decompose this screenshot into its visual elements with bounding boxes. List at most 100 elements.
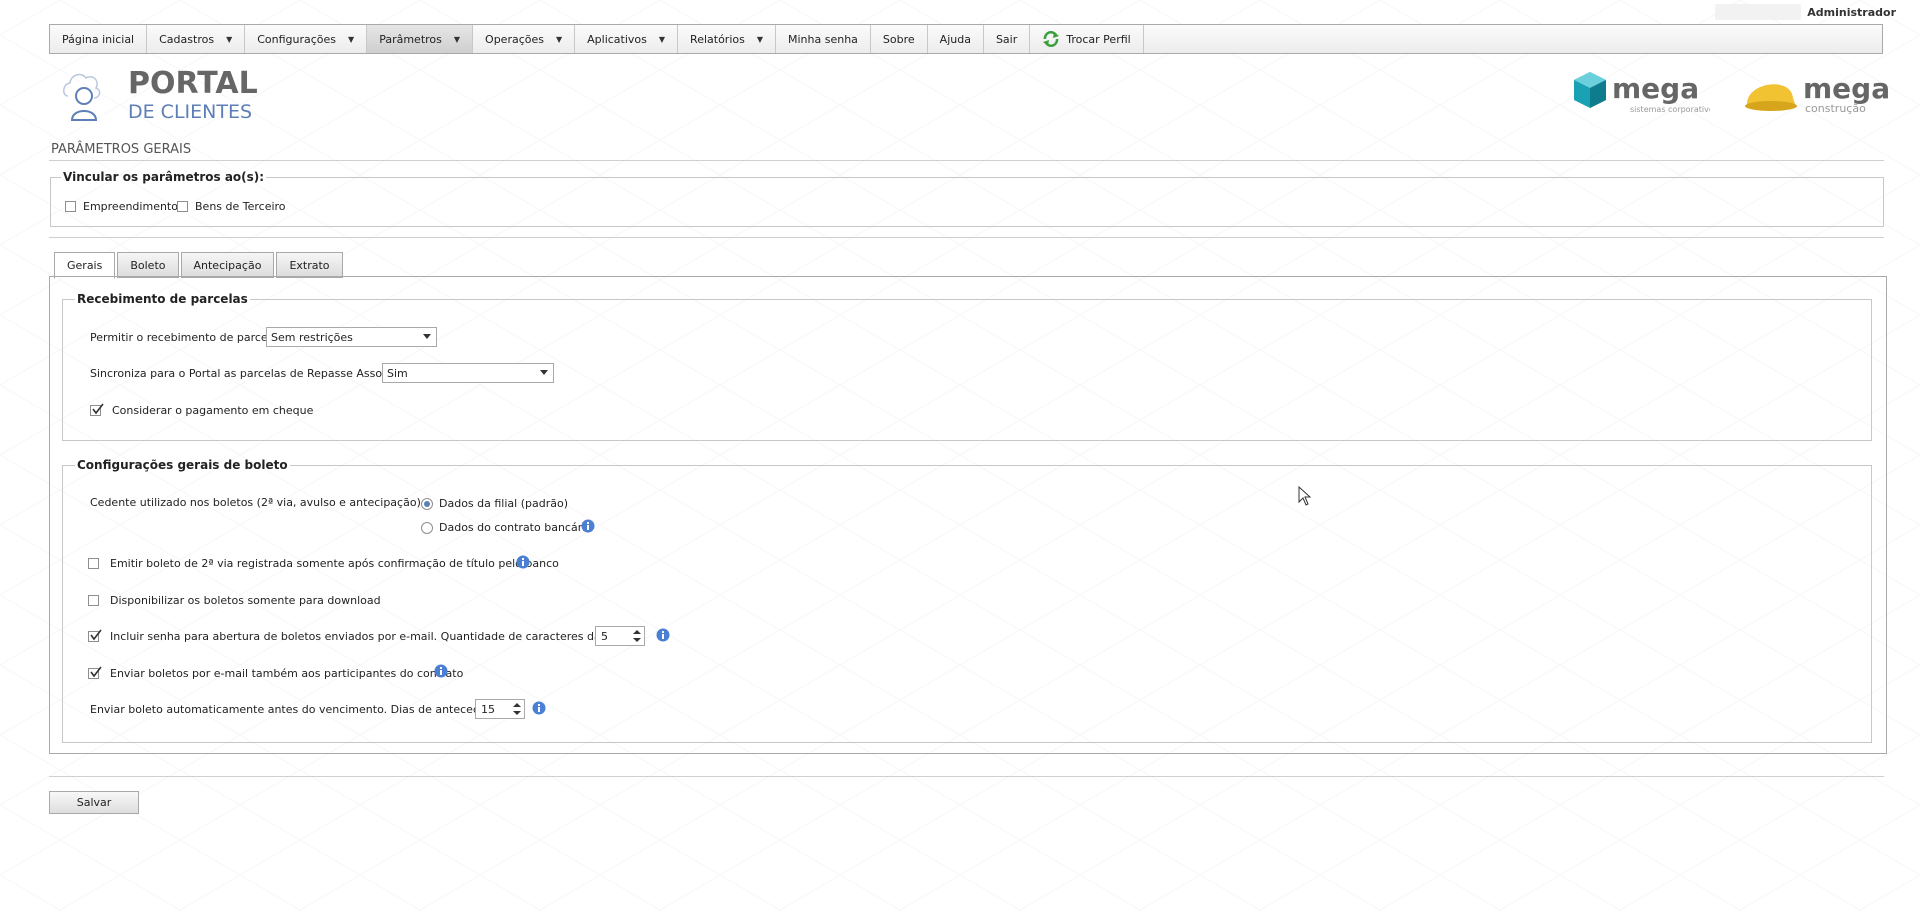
dias-antecedencia-spinner[interactable]: 15 bbox=[475, 699, 525, 719]
mega-logo-name: mega bbox=[1612, 72, 1699, 105]
menu-item-sair[interactable]: Sair bbox=[984, 25, 1031, 53]
menu-item-pagina-inicial[interactable]: Página inicial bbox=[50, 25, 148, 53]
participantes-checkbox[interactable] bbox=[88, 666, 102, 679]
vincular-fieldset: Vincular os parâmetros ao(s): bbox=[50, 170, 1884, 227]
permitir-recebimento-select[interactable]: Sem restrições bbox=[266, 327, 437, 347]
portal-clientes-logo: PORTAL DE CLIENTES bbox=[63, 66, 258, 123]
info-icon[interactable] bbox=[656, 628, 670, 642]
main-menu: Página inicial Cadastros ▼ Configurações… bbox=[49, 24, 1883, 54]
menu-item-label: Página inicial bbox=[62, 32, 135, 46]
bens-terceiro-label: Bens de Terceiro bbox=[195, 200, 286, 213]
bens-terceiro-option[interactable]: Bens de Terceiro bbox=[177, 200, 286, 213]
user-name: Administrador bbox=[1807, 5, 1896, 19]
mega-construcao-logo: mega construção bbox=[1745, 72, 1890, 115]
bens-terceiro-checkbox[interactable] bbox=[177, 201, 188, 212]
emitir-segunda-via-option[interactable]: Emitir boleto de 2ª via registrada somen… bbox=[88, 557, 559, 570]
divider bbox=[49, 237, 1884, 238]
menu-item-sobre[interactable]: Sobre bbox=[871, 25, 928, 53]
cheque-option[interactable]: Considerar o pagamento em cheque bbox=[90, 403, 314, 417]
menu-item-configuracoes[interactable]: Configurações ▼ bbox=[245, 25, 368, 53]
spinner-arrows-icon[interactable] bbox=[632, 629, 642, 643]
menu-item-label: Minha senha bbox=[788, 32, 858, 46]
cheque-checkbox[interactable] bbox=[90, 403, 104, 416]
caret-down-icon: ▼ bbox=[658, 34, 666, 44]
mouse-cursor-icon bbox=[1298, 486, 1312, 506]
empreendimento-checkbox[interactable] bbox=[65, 201, 76, 212]
permitir-recebimento-label: Permitir o recebimento de parcelas bbox=[90, 331, 284, 344]
download-option[interactable]: Disponibilizar os boletos somente para d… bbox=[88, 594, 381, 607]
cheque-label: Considerar o pagamento em cheque bbox=[112, 404, 314, 417]
download-checkbox[interactable] bbox=[88, 595, 99, 606]
select-value: Sem restrições bbox=[271, 330, 353, 344]
info-icon[interactable] bbox=[434, 664, 448, 678]
info-icon[interactable] bbox=[516, 555, 530, 569]
menu-item-aplicativos[interactable]: Aplicativos ▼ bbox=[575, 25, 679, 53]
caret-down-icon: ▼ bbox=[226, 34, 233, 44]
user-area: Administrador bbox=[1715, 4, 1896, 20]
checkmark-icon bbox=[92, 403, 104, 415]
senha-checkbox[interactable] bbox=[88, 629, 102, 642]
mega-logo-name: mega bbox=[1803, 72, 1890, 105]
divider bbox=[49, 776, 1884, 777]
menu-item-relatorios[interactable]: Relatórios ▼ bbox=[678, 25, 776, 53]
menu-item-label: Operações bbox=[485, 32, 544, 46]
spinner-arrows-icon[interactable] bbox=[512, 702, 522, 716]
mega-sistemas-logo: mega sistemas corporativos bbox=[1574, 72, 1710, 114]
menu-item-label: Configurações bbox=[257, 32, 337, 46]
empreendimento-option[interactable]: Empreendimento bbox=[65, 200, 178, 213]
boleto-config-legend: Configurações gerais de boleto bbox=[77, 458, 288, 472]
participantes-option[interactable]: Enviar boletos por e-mail também aos par… bbox=[88, 666, 464, 680]
menu-item-parametros[interactable]: Parâmetros ▼ bbox=[367, 25, 474, 53]
info-icon[interactable] bbox=[581, 519, 595, 533]
vincular-legend: Vincular os parâmetros ao(s): bbox=[63, 170, 265, 184]
cedente-filial-label: Dados da filial (padrão) bbox=[439, 497, 568, 510]
swap-profile-icon bbox=[1043, 31, 1060, 47]
caret-down-icon: ▼ bbox=[756, 34, 763, 44]
emitir-segunda-via-checkbox[interactable] bbox=[88, 558, 99, 569]
info-icon[interactable] bbox=[532, 701, 546, 715]
portal-logo-line1: PORTAL bbox=[128, 66, 258, 101]
participantes-label: Enviar boletos por e-mail também aos par… bbox=[110, 667, 464, 680]
tab-antecipacao[interactable]: Antecipação bbox=[180, 252, 275, 278]
cedente-label: Cedente utilizado nos boletos (2ª via, a… bbox=[90, 496, 421, 509]
tab-extrato[interactable]: Extrato bbox=[276, 252, 343, 278]
menu-item-cadastros[interactable]: Cadastros ▼ bbox=[147, 25, 246, 53]
menu-item-minha-senha[interactable]: Minha senha bbox=[776, 25, 871, 53]
menu-item-operacoes[interactable]: Operações ▼ bbox=[473, 25, 576, 53]
menu-item-label: Ajuda bbox=[939, 32, 971, 46]
spinner-value: 15 bbox=[481, 702, 495, 716]
menu-item-trocar-perfil[interactable]: Trocar Perfil bbox=[1030, 25, 1144, 53]
menu-item-label: Parâmetros bbox=[379, 32, 442, 46]
select-value: Sim bbox=[387, 366, 408, 380]
tab-strip: Gerais Boleto Antecipação Extrato bbox=[54, 252, 345, 279]
caret-down-icon: ▼ bbox=[348, 34, 355, 44]
senha-label: Incluir senha para abertura de boletos e… bbox=[110, 630, 642, 643]
checkmark-icon bbox=[90, 666, 102, 678]
senha-quantidade-spinner[interactable]: 5 bbox=[595, 626, 645, 646]
mega-logo-tagline: sistemas corporativos bbox=[1630, 105, 1710, 114]
menu-item-ajuda[interactable]: Ajuda bbox=[928, 25, 984, 53]
chevron-down-icon bbox=[540, 370, 548, 375]
tab-boleto[interactable]: Boleto bbox=[117, 252, 179, 278]
save-button[interactable]: Salvar bbox=[49, 791, 139, 814]
menu-item-label: Aplicativos bbox=[587, 32, 647, 46]
user-placeholder bbox=[1715, 4, 1802, 20]
tab-gerais[interactable]: Gerais bbox=[54, 252, 116, 279]
checkmark-icon bbox=[90, 629, 102, 641]
recebimento-legend: Recebimento de parcelas bbox=[77, 292, 248, 306]
cedente-contrato-label: Dados do contrato bancário bbox=[439, 521, 593, 534]
empreendimento-label: Empreendimento bbox=[83, 200, 178, 213]
caret-down-icon: ▼ bbox=[453, 34, 461, 44]
sincroniza-select[interactable]: Sim bbox=[382, 363, 554, 383]
download-label: Disponibilizar os boletos somente para d… bbox=[110, 594, 381, 607]
cedente-filial-radio[interactable] bbox=[421, 497, 433, 510]
radio-dot bbox=[424, 500, 430, 507]
emitir-segunda-via-label: Emitir boleto de 2ª via registrada somen… bbox=[110, 557, 559, 570]
cedente-contrato-radio[interactable] bbox=[421, 521, 433, 534]
portal-logo-line2: DE CLIENTES bbox=[128, 101, 252, 123]
menu-item-label: Relatórios bbox=[690, 32, 745, 46]
senha-option[interactable]: Incluir senha para abertura de boletos e… bbox=[88, 629, 642, 643]
cedente-option-contrato[interactable]: Dados do contrato bancário bbox=[421, 521, 592, 534]
menu-item-label: Sobre bbox=[882, 32, 915, 46]
cedente-option-filial[interactable]: Dados da filial (padrão) bbox=[421, 497, 568, 510]
